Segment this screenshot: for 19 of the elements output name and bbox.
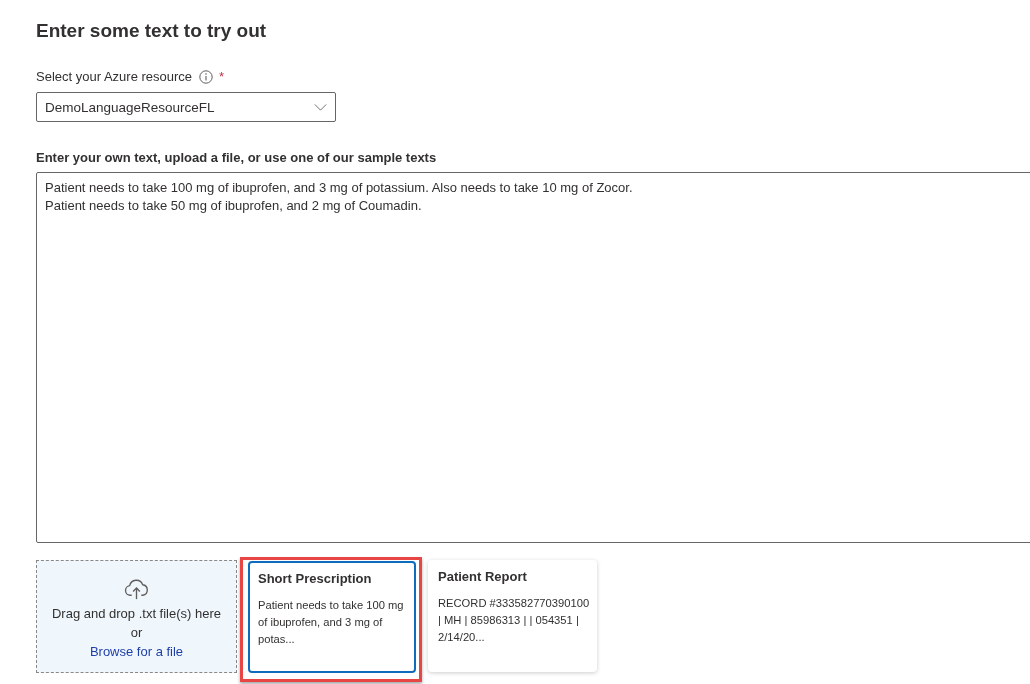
info-icon [199, 70, 214, 84]
sample-card[interactable]: Short Prescription Patient needs to take 100 mg of ibuprofen, and 3 mg of potas... [248, 561, 416, 673]
browse-link[interactable]: Browse for a file [89, 642, 184, 661]
upload-prompt: Drag and drop .txt file(s) here [51, 605, 222, 623]
or-text: or [130, 624, 143, 642]
sample-card[interactable]: Patient Report RECORD #333582770390100 | MH | 85986313 | | 054351 | 2/14/20... [428, 560, 597, 672]
file-drop-zone[interactable]: Drag and drop .txt file(s) here or Browse for a file [36, 560, 237, 673]
cloud-upload-icon [124, 579, 149, 600]
resource-dropdown[interactable]: DemoLanguageResourceFL [36, 92, 336, 122]
card-title: Short Prescription [258, 570, 373, 588]
card-preview: RECORD #333582770390100 | MH | 85986313 | | 054351 | 2/14/20... [438, 596, 591, 645]
page-title: Enter some text to try out [36, 19, 267, 43]
card-title: Patient Report [438, 568, 528, 586]
field-label: Select your Azure resource [36, 69, 193, 85]
chevron-down-icon [314, 103, 327, 111]
field-label: Enter your own text, upload a file, or use one of our sample texts [36, 150, 437, 166]
required-asterisk: * [219, 69, 225, 85]
text-area-field[interactable]: Patient needs to take 100 mg of ibuprofen, and 3 mg of potassium. Also needs to take 10 mg of Zocor. Patient needs to take 50 mg of ibuprofen, and 2 mg of Coumadin. [36, 172, 1030, 543]
card-preview: Patient needs to take 100 mg of ibuprofen, and 3 mg of potas... [258, 598, 405, 647]
